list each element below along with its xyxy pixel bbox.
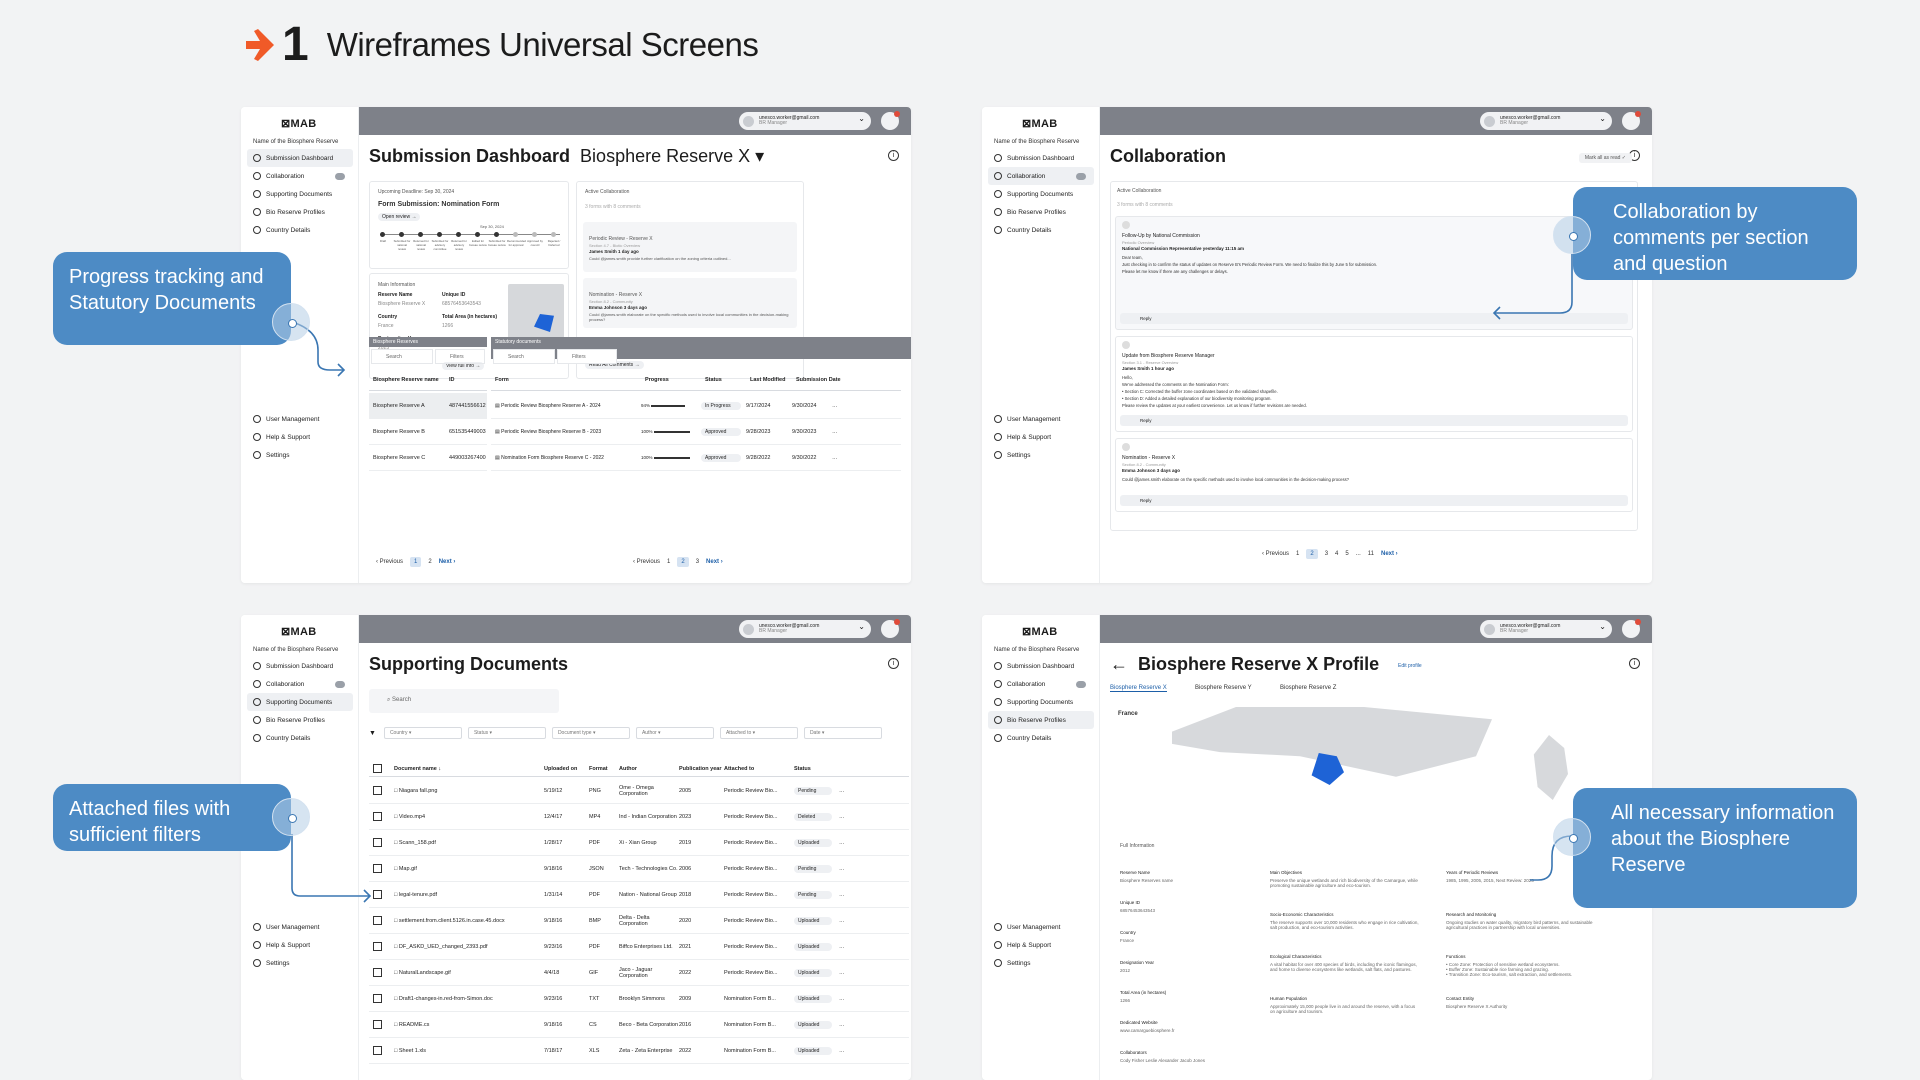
callout-collab: Collaboration by comments per section an… — [1573, 187, 1857, 280]
callout-info: All necessary information about the Bios… — [1573, 788, 1857, 908]
callout-dot — [272, 798, 310, 836]
callout-dot — [272, 303, 310, 341]
connector-lines — [291, 254, 1573, 903]
callout-progress: Progress tracking and Statutory Document… — [53, 252, 291, 345]
callout-files: Attached files with sufficient filters — [53, 784, 291, 851]
callout-dot — [1553, 818, 1591, 856]
callout-dot — [1553, 216, 1591, 254]
